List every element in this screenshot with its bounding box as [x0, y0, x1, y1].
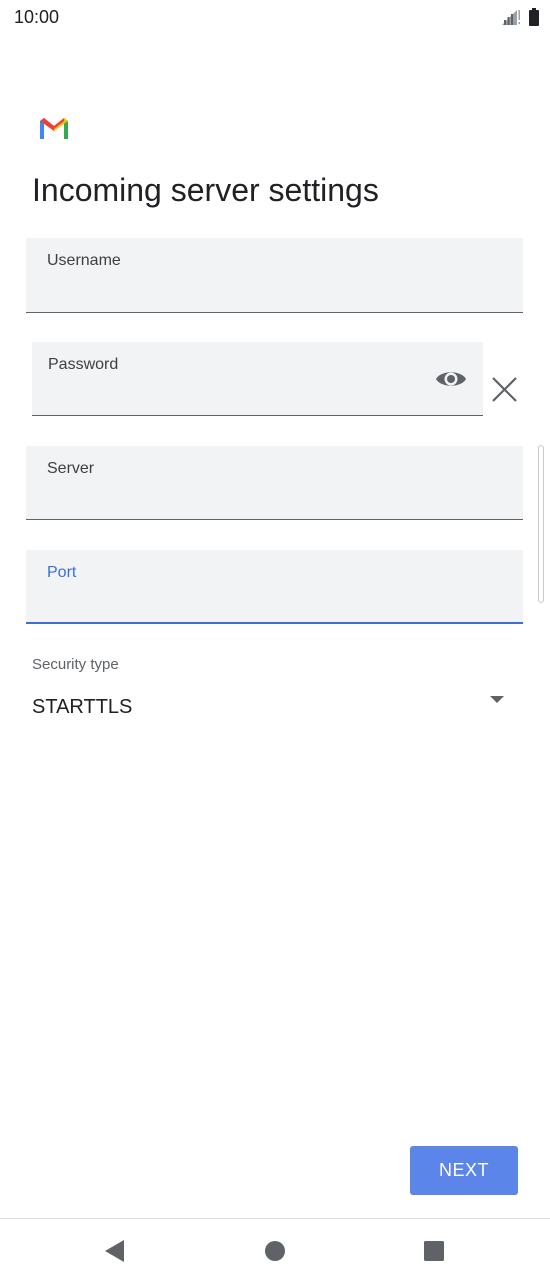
security-type-label: Security type: [32, 656, 119, 673]
username-label: Username: [47, 252, 121, 269]
scrollbar[interactable]: [538, 445, 544, 603]
port-field[interactable]: Port: [26, 550, 523, 624]
password-input[interactable]: [48, 381, 364, 407]
close-icon[interactable]: [491, 376, 518, 403]
status-time: 10:00: [14, 7, 60, 27]
server-label: Server: [47, 460, 95, 477]
recents-square-icon[interactable]: [420, 1237, 448, 1265]
home-circle-icon[interactable]: [261, 1237, 289, 1265]
next-button[interactable]: NEXT: [410, 1146, 518, 1195]
server-input[interactable]: [47, 485, 445, 511]
page-title: Incoming server settings: [32, 172, 379, 208]
status-icons: [500, 8, 540, 26]
dropdown-arrow-icon: [490, 696, 504, 703]
password-field[interactable]: Password: [32, 342, 483, 416]
gmail-logo-icon: [40, 118, 68, 139]
signal-icon: [502, 10, 520, 25]
battery-icon: [529, 8, 539, 26]
port-label: Port: [47, 564, 77, 581]
security-type-dropdown[interactable]: STARTTLS: [32, 690, 512, 726]
status-bar: 10:00: [0, 0, 550, 36]
port-input[interactable]: [47, 588, 445, 614]
username-input[interactable]: [47, 278, 445, 304]
navigation-bar: [0, 1219, 550, 1283]
eye-icon[interactable]: [435, 367, 467, 391]
username-field[interactable]: Username: [26, 238, 523, 313]
back-triangle-icon[interactable]: [102, 1237, 130, 1265]
server-field[interactable]: Server: [26, 446, 523, 520]
security-type-value: STARTTLS: [32, 696, 133, 718]
password-label: Password: [48, 356, 119, 373]
